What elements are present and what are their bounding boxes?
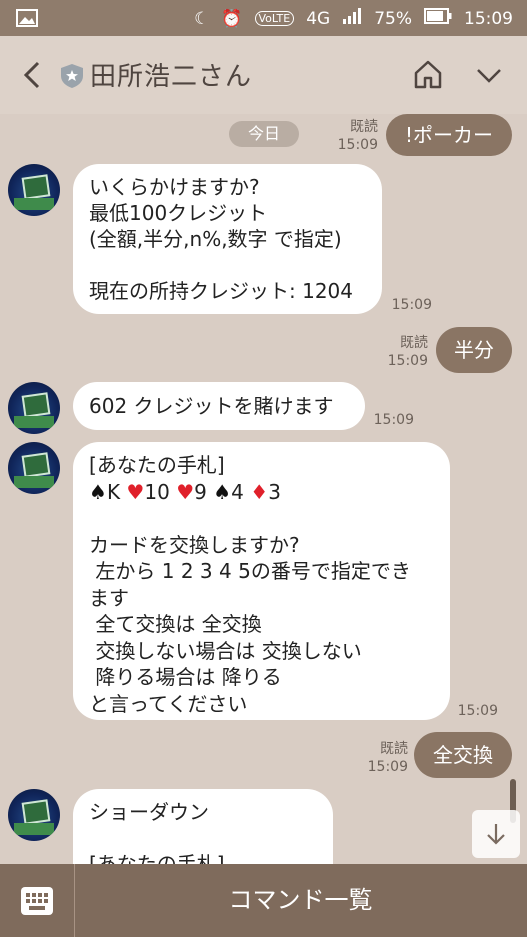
home-button[interactable] bbox=[412, 58, 444, 90]
volte-icon: VoLTE bbox=[254, 11, 295, 26]
moon-icon: ☾ bbox=[194, 8, 210, 29]
battery-percent: 75% bbox=[374, 8, 412, 29]
chat-area[interactable]: 今日 既読 15:09 !ポーカー いくらかけますか? 最低100クレジット (… bbox=[0, 114, 527, 864]
alarm-icon: ⏰ bbox=[221, 8, 243, 29]
image-notification-icon bbox=[16, 8, 38, 33]
outgoing-message[interactable]: 全交換 bbox=[414, 732, 512, 778]
outgoing-message[interactable]: !ポーカー bbox=[386, 114, 512, 156]
avatar[interactable] bbox=[8, 382, 60, 434]
incoming-message[interactable]: [あなたの手札] ♠K ♥10 ♥9 ♠4 ♦3 カードを交換しますか? 左から… bbox=[73, 442, 450, 720]
incoming-message[interactable]: 602 クレジットを賭けます bbox=[73, 382, 365, 430]
avatar[interactable] bbox=[8, 164, 60, 216]
chevron-down-icon[interactable] bbox=[474, 60, 504, 90]
message-time: 15:09 bbox=[457, 703, 498, 719]
shield-icon bbox=[60, 63, 84, 89]
heart-suit-icon: ♥ bbox=[176, 479, 195, 504]
avatar[interactable] bbox=[8, 442, 60, 494]
message-time: 15:09 bbox=[391, 297, 432, 313]
battery-icon bbox=[424, 8, 452, 29]
signal-icon bbox=[342, 8, 362, 29]
back-button[interactable] bbox=[16, 58, 50, 92]
network-label: 4G bbox=[306, 8, 331, 29]
message-meta: 既読 15:09 bbox=[387, 335, 428, 369]
outgoing-message[interactable]: 半分 bbox=[436, 327, 512, 373]
incoming-message[interactable]: ショーダウン [あなたの手札] bbox=[73, 789, 333, 864]
keyboard-icon bbox=[21, 886, 53, 915]
heart-suit-icon: ♥ bbox=[126, 479, 145, 504]
spade-suit-icon: ♠ bbox=[89, 479, 107, 504]
scroll-to-bottom-button[interactable] bbox=[472, 810, 520, 858]
incoming-message[interactable]: いくらかけますか? 最低100クレジット (全額,半分,n%,数字 で指定) 現… bbox=[73, 164, 382, 314]
command-list-button[interactable]: コマンド一覧 bbox=[74, 864, 527, 937]
bottom-bar: コマンド一覧 bbox=[0, 864, 527, 937]
message-time: 15:09 bbox=[373, 412, 414, 428]
date-label: 今日 bbox=[229, 121, 299, 147]
message-meta: 既読 15:09 bbox=[337, 119, 378, 153]
avatar[interactable] bbox=[8, 789, 60, 841]
heart-suit-icon: ♦ bbox=[250, 479, 269, 504]
spade-suit-icon: ♠ bbox=[213, 479, 232, 504]
status-bar: ☾ ⏰ VoLTE 4G 75% 15:09 bbox=[0, 0, 527, 36]
message-meta: 既読 15:09 bbox=[367, 741, 408, 775]
keyboard-toggle-button[interactable] bbox=[0, 864, 75, 937]
chat-title: 田所浩二さん bbox=[90, 62, 253, 92]
clock: 15:09 bbox=[464, 8, 513, 29]
chat-header: 田所浩二さん bbox=[0, 36, 527, 114]
